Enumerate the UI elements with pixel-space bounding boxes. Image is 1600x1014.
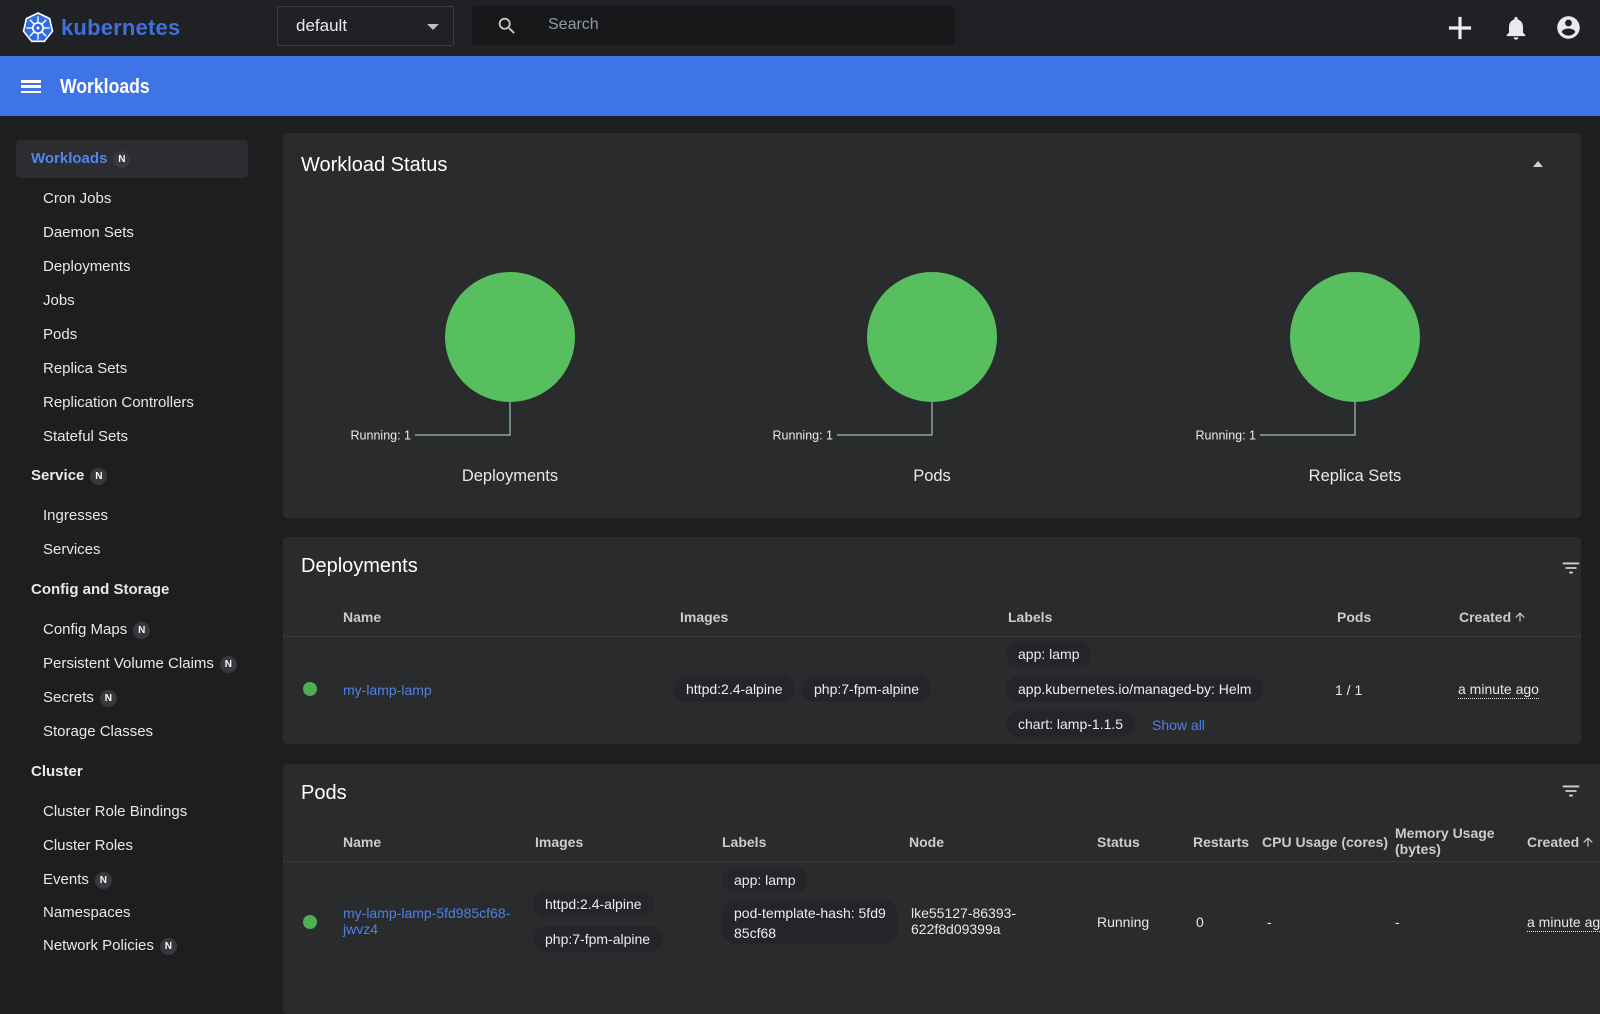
svg-text:Replica Sets: Replica Sets: [1309, 467, 1402, 485]
svg-text:Running: 1: Running: 1: [773, 429, 834, 443]
svg-text:Deployments: Deployments: [462, 467, 558, 485]
svg-text:Running: 1: Running: 1: [1196, 429, 1257, 443]
svg-text:Pods: Pods: [913, 467, 951, 485]
svg-text:Running: 1: Running: 1: [351, 429, 412, 443]
